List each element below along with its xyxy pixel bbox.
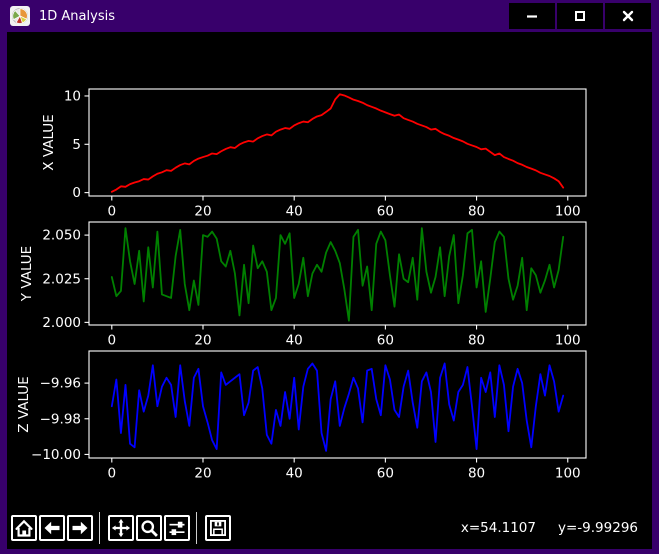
x-tick-label: 20	[194, 466, 211, 482]
pan-button[interactable]	[108, 515, 134, 541]
y-tick-label: 2.050	[42, 228, 81, 244]
minimize-button[interactable]	[509, 3, 555, 29]
y-tick-label: −9.96	[40, 376, 81, 392]
figure-canvas[interactable]: 0 20 40 60 80 100 0 5 10 X VALUE 0 20 40 60 80 100 2.000…	[7, 32, 652, 507]
subplot-z-value[interactable]: 0 20 40 60 80 100 −10.00 −9.98 −9.96 Z VALUE	[16, 350, 587, 482]
x-tick-label: 60	[377, 466, 394, 482]
window-title: 1D Analysis	[39, 8, 115, 24]
x-tick-label: 100	[555, 333, 581, 349]
x-tick-label: 40	[286, 466, 303, 482]
save-button[interactable]	[205, 515, 231, 541]
axes-box	[88, 221, 587, 326]
x-tick-label: 60	[377, 204, 394, 220]
x-tick-label: 40	[286, 333, 303, 349]
y-tick-label: 5	[72, 137, 81, 153]
window-controls	[509, 3, 651, 29]
home-icon	[15, 519, 33, 537]
magnifier-icon	[141, 520, 158, 537]
x-tick-label: 0	[108, 204, 117, 220]
navigation-toolbar: x=54.1107 y=-9.99296	[7, 507, 652, 549]
move-icon	[111, 518, 131, 538]
matplotlib-logo-icon	[10, 6, 30, 26]
cursor-x-readout: x=54.1107	[460, 520, 536, 536]
y-tick-label: 10	[64, 89, 81, 105]
x-tick-label: 80	[468, 466, 485, 482]
y-axis-label: X VALUE	[41, 114, 57, 170]
x-tick-label: 100	[555, 204, 581, 220]
x-tick-label: 80	[468, 333, 485, 349]
configure-subplots-button[interactable]	[164, 515, 190, 541]
subplot-x-value[interactable]: 0 20 40 60 80 100 0 5 10 X VALUE	[41, 88, 587, 220]
data-line	[110, 362, 565, 452]
titlebar[interactable]: 1D Analysis	[0, 0, 659, 32]
zoom-button[interactable]	[136, 515, 162, 541]
toolbar-separator	[196, 512, 197, 544]
arrow-left-icon	[44, 521, 60, 535]
x-tick-label: 60	[377, 333, 394, 349]
axes-box	[88, 88, 587, 197]
y-axis-label: Y VALUE	[19, 246, 35, 302]
maximize-button[interactable]	[557, 3, 603, 29]
close-icon	[622, 10, 634, 22]
y-axis-label: Z VALUE	[16, 376, 32, 432]
subplot-y-value[interactable]: 0 20 40 60 80 100 2.000 2.025 2.050 Y VALUE	[19, 221, 587, 349]
maximize-icon	[575, 11, 585, 21]
window-frame: 0 20 40 60 80 100 0 5 10 X VALUE 0 20 40 60 80 100 2.000…	[0, 32, 659, 554]
window: 1D Analysis 0 20 40 60 80 100 0 5 10 X VALUE 0 20 40	[0, 0, 659, 554]
y-tick-label: 2.000	[42, 315, 81, 331]
figure-svg[interactable]: 0 20 40 60 80 100 0 5 10 X VALUE 0 20 40 60 80 100 2.000…	[7, 32, 652, 507]
toolbar-separator	[99, 512, 100, 544]
floppy-icon	[210, 520, 226, 536]
y-tick-label: −9.98	[40, 411, 81, 427]
sliders-icon	[169, 521, 185, 536]
close-button[interactable]	[605, 3, 651, 29]
x-tick-label: 0	[108, 333, 117, 349]
y-tick-label: 2.025	[42, 271, 81, 287]
forward-button[interactable]	[67, 515, 93, 541]
data-line	[110, 227, 565, 322]
x-tick-label: 0	[108, 466, 117, 482]
x-tick-label: 100	[555, 466, 581, 482]
cursor-y-readout: y=-9.99296	[558, 520, 638, 536]
arrow-right-icon	[72, 521, 88, 535]
y-tick-label: 0	[72, 185, 81, 201]
back-button[interactable]	[39, 515, 65, 541]
x-tick-label: 20	[194, 333, 211, 349]
x-tick-label: 40	[286, 204, 303, 220]
data-line	[110, 93, 565, 193]
home-button[interactable]	[11, 515, 37, 541]
y-tick-label: −10.00	[31, 447, 81, 463]
minimize-icon	[527, 15, 537, 18]
x-tick-label: 20	[194, 204, 211, 220]
cursor-readout: x=54.1107 y=-9.99296	[461, 507, 638, 549]
x-tick-label: 80	[468, 204, 485, 220]
